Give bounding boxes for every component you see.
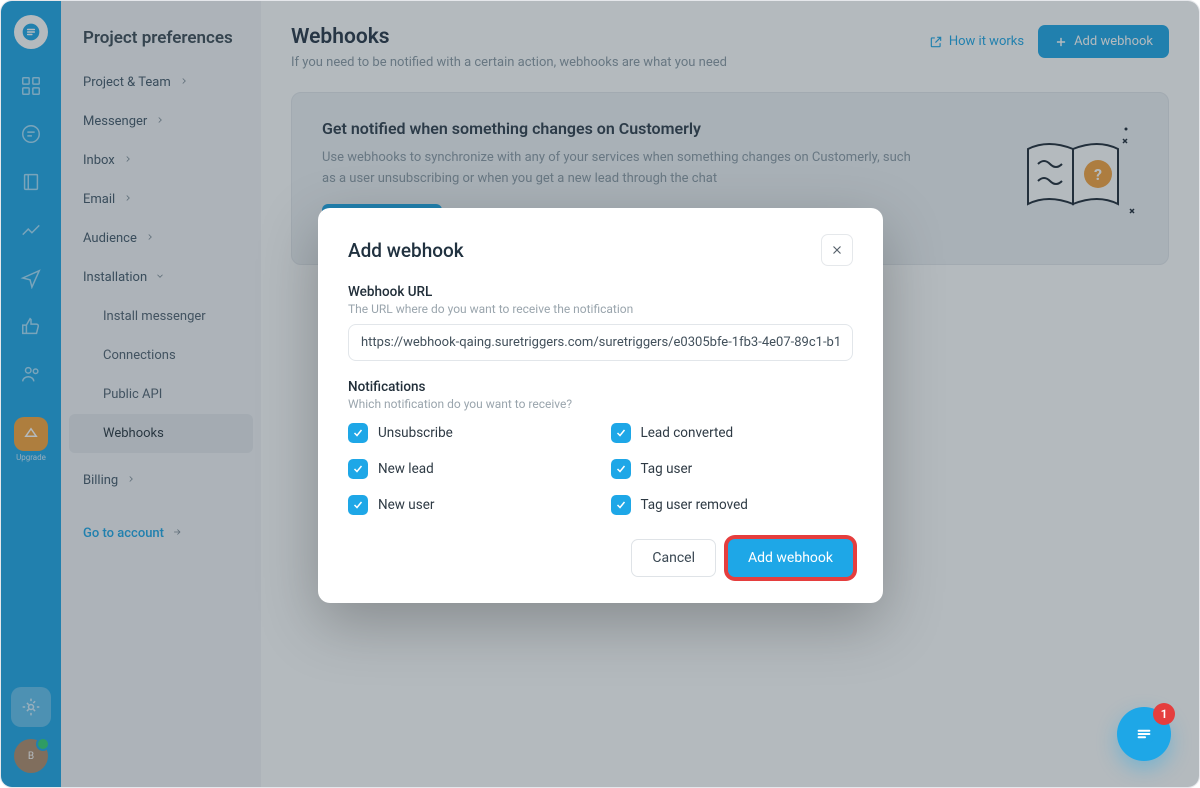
check-label: Tag user removed: [641, 497, 748, 513]
check-unsubscribe[interactable]: Unsubscribe: [348, 423, 591, 443]
modal-title: Add webhook: [348, 239, 464, 262]
check-label: Lead converted: [641, 425, 734, 441]
notifications-label: Notifications: [348, 379, 853, 395]
checkbox-icon[interactable]: [348, 459, 368, 479]
close-icon: [830, 243, 844, 257]
check-label: Tag user: [641, 461, 693, 477]
checkbox-icon[interactable]: [611, 423, 631, 443]
url-field-help: The URL where do you want to receive the…: [348, 302, 853, 316]
check-tag-user-removed[interactable]: Tag user removed: [611, 495, 854, 515]
close-button[interactable]: [821, 234, 853, 266]
webhook-url-input[interactable]: [348, 324, 853, 361]
cancel-button[interactable]: Cancel: [631, 539, 716, 577]
chat-fab[interactable]: 1: [1117, 707, 1171, 761]
notifications-grid: Unsubscribe Lead converted New lead Tag …: [348, 423, 853, 515]
url-field-label: Webhook URL: [348, 284, 853, 300]
checkbox-icon[interactable]: [611, 495, 631, 515]
check-label: New user: [378, 497, 434, 513]
chat-bubble-icon: [1131, 721, 1157, 747]
check-lead-converted[interactable]: Lead converted: [611, 423, 854, 443]
checkbox-icon[interactable]: [348, 495, 368, 515]
add-webhook-modal: Add webhook Webhook URL The URL where do…: [318, 208, 883, 603]
check-tag-user[interactable]: Tag user: [611, 459, 854, 479]
check-label: Unsubscribe: [378, 425, 453, 441]
checkbox-icon[interactable]: [611, 459, 631, 479]
submit-add-webhook-button[interactable]: Add webhook: [728, 539, 853, 577]
check-new-lead[interactable]: New lead: [348, 459, 591, 479]
notification-badge: 1: [1153, 703, 1175, 725]
check-label: New lead: [378, 461, 434, 477]
check-new-user[interactable]: New user: [348, 495, 591, 515]
notifications-help: Which notification do you want to receiv…: [348, 397, 853, 411]
checkbox-icon[interactable]: [348, 423, 368, 443]
